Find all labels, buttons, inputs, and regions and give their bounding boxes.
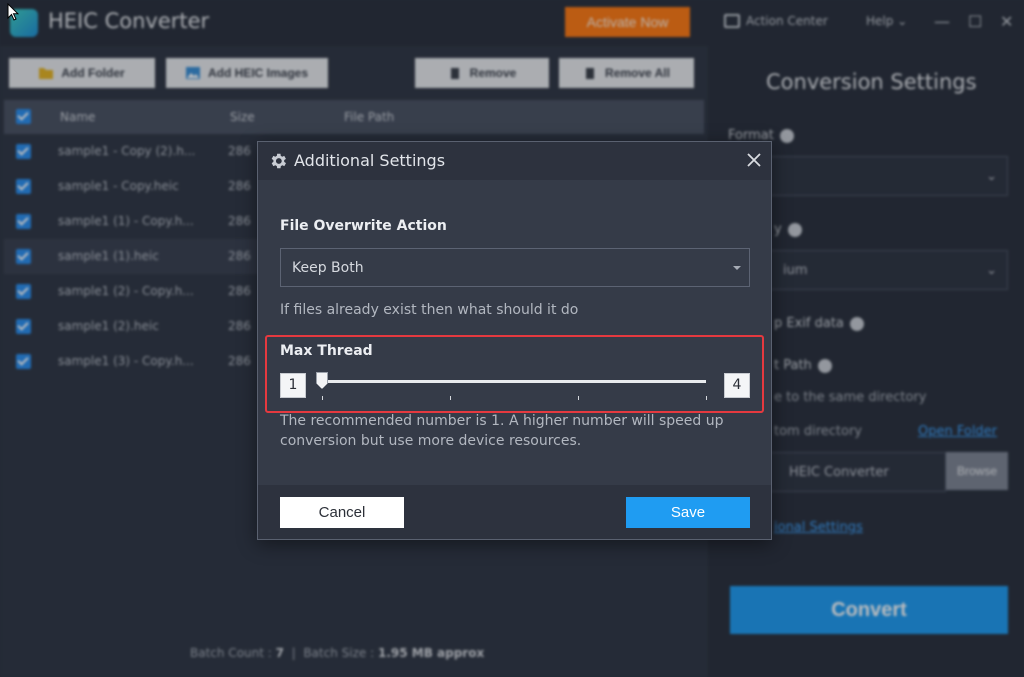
overwrite-action-value: Keep Both xyxy=(292,260,364,276)
dialog-footer: Cancel Save xyxy=(258,485,771,539)
max-thread-hint: The recommended number is 1. A higher nu… xyxy=(280,413,724,449)
dialog-header: Additional Settings xyxy=(258,142,771,180)
max-thread-min-value: 1 xyxy=(280,373,306,398)
slider-tick xyxy=(322,396,323,400)
close-icon[interactable] xyxy=(742,148,766,172)
overwrite-action-hint: If files already exist then what should … xyxy=(280,302,579,318)
max-thread-label: Max Thread xyxy=(280,343,373,359)
save-button[interactable]: Save xyxy=(626,497,750,528)
cancel-button[interactable]: Cancel xyxy=(280,497,404,528)
overwrite-action-label: File Overwrite Action xyxy=(280,218,447,234)
overwrite-action-select[interactable]: Keep Both xyxy=(280,248,750,287)
slider-tick xyxy=(706,396,707,400)
dialog-title: Additional Settings xyxy=(294,151,446,170)
slider-tick xyxy=(578,396,579,400)
caret-down-icon xyxy=(733,266,741,270)
mouse-cursor-icon xyxy=(7,3,19,21)
max-thread-max-value: 4 xyxy=(724,373,750,398)
slider-tick xyxy=(450,396,451,400)
additional-settings-dialog: Additional Settings File Overwrite Actio… xyxy=(257,141,772,540)
max-thread-slider-track[interactable] xyxy=(322,380,706,383)
gear-icon xyxy=(271,153,286,169)
